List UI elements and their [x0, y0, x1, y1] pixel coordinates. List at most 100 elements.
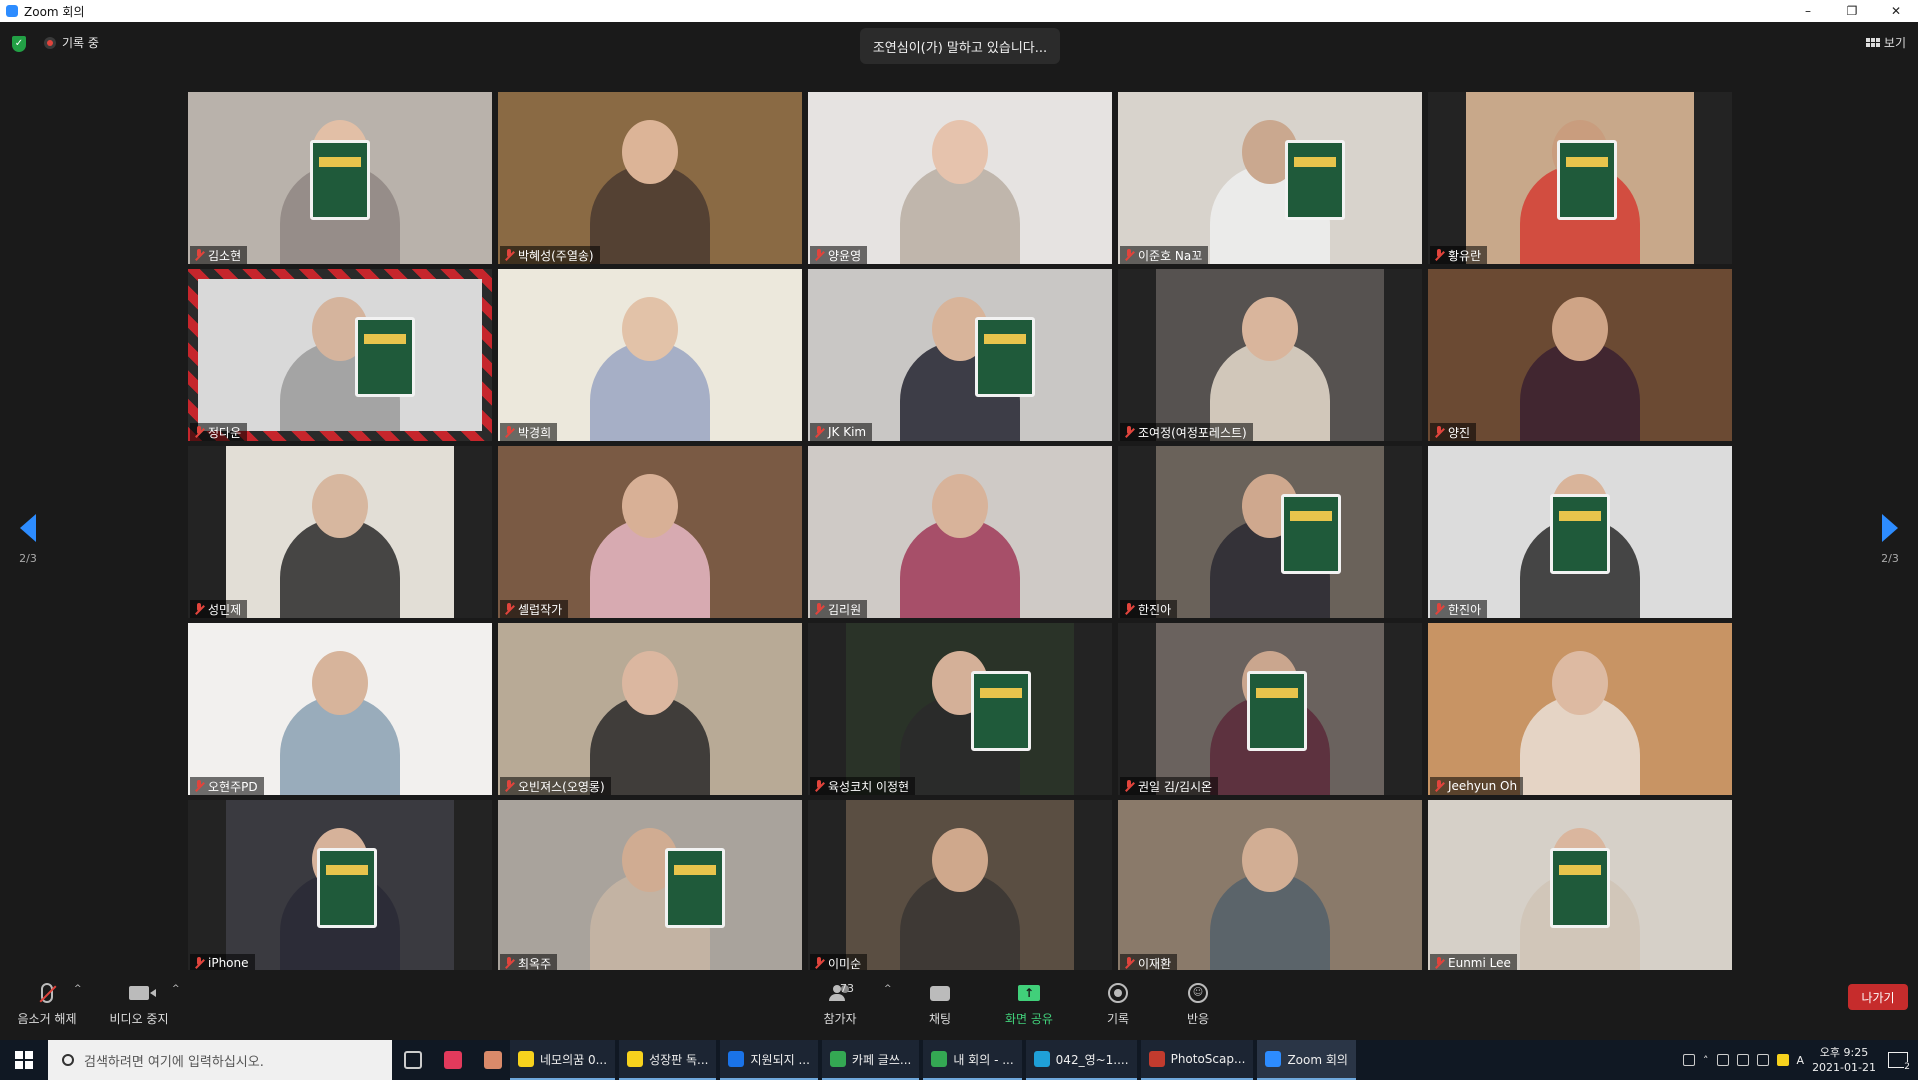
reactions-label: 반응: [1186, 1012, 1210, 1026]
participant-tile[interactable]: iPhone: [188, 800, 492, 972]
participant-tile[interactable]: 오현주PD: [188, 623, 492, 795]
participant-face: [1552, 297, 1608, 361]
participant-name: 박경희: [518, 425, 552, 440]
audio-options-caret[interactable]: ^: [74, 984, 82, 994]
chat-button[interactable]: 채팅: [910, 980, 970, 1027]
participant-tile[interactable]: 김리원: [808, 446, 1112, 618]
participant-tile[interactable]: 육성코치 이정현: [808, 623, 1112, 795]
taskbar-app-button[interactable]: 카페 글쓰...: [821, 1040, 920, 1080]
network-icon[interactable]: [1716, 1054, 1729, 1066]
taskbar-app-button[interactable]: 042_영~1....: [1025, 1040, 1137, 1080]
participant-tile[interactable]: 조여정(여정포레스트): [1118, 269, 1422, 441]
participant-tile[interactable]: 김소현: [188, 92, 492, 264]
participant-tile[interactable]: 한진아: [1428, 446, 1732, 618]
mic-muted-icon: [504, 957, 514, 969]
participant-tile[interactable]: 권일 김/김시온: [1118, 623, 1422, 795]
arrow-left-icon: [20, 514, 36, 542]
taskbar-app-button[interactable]: 네모의꿈 0...: [510, 1040, 616, 1080]
taskbar-app-button[interactable]: Zoom 회의: [1257, 1040, 1356, 1080]
chat-icon: [930, 985, 950, 1001]
participants-options-caret[interactable]: ^: [884, 984, 892, 994]
zoom-app-icon: [6, 5, 18, 17]
reactions-button[interactable]: ☺ 반응: [1168, 980, 1228, 1027]
speaking-banner: 조연심이(가) 말하고 있습니다...: [860, 28, 1060, 64]
taskbar-app-button[interactable]: 지원되지 ...: [720, 1040, 818, 1080]
recording-indicator[interactable]: 기록 중: [44, 34, 99, 51]
participant-video: [1428, 623, 1732, 795]
book-image: [309, 140, 370, 220]
participant-tile[interactable]: JK Kim: [808, 269, 1112, 441]
people-tray-icon[interactable]: [1683, 1054, 1696, 1066]
window-title: Zoom 회의: [24, 4, 85, 19]
taskbar-app-button[interactable]: PhotoScap...: [1140, 1040, 1254, 1080]
taskbar-app-button[interactable]: 성장판 독...: [619, 1040, 717, 1080]
close-button[interactable]: ✕: [1874, 0, 1918, 22]
unmute-button[interactable]: 음소거 해제: [12, 980, 82, 1027]
taskbar-search-box[interactable]: 검색하려면 여기에 입력하십시오.: [48, 1040, 392, 1080]
participant-name: 김리원: [828, 602, 862, 617]
book-image: [317, 848, 378, 928]
battery-icon[interactable]: [1736, 1054, 1749, 1066]
stop-video-button[interactable]: 비디오 중지: [104, 980, 174, 1027]
participant-tile[interactable]: 박혜성(주열송): [498, 92, 802, 264]
share-screen-button[interactable]: ↑ 화면 공유: [996, 980, 1062, 1027]
participant-name-label: 오현주PD: [190, 777, 264, 795]
participant-name-label: 황유란: [1430, 246, 1488, 264]
restore-button[interactable]: ❐: [1830, 0, 1874, 22]
clock-time: 오후 9:25: [1819, 1046, 1869, 1059]
pinned-app-photos[interactable]: [476, 1040, 510, 1080]
participant-tile[interactable]: 최옥주: [498, 800, 802, 972]
shield-icon[interactable]: ✓: [12, 36, 26, 52]
participants-button[interactable]: 73 참가자: [810, 980, 870, 1027]
notification-center-button[interactable]: 2: [1884, 1046, 1912, 1074]
mic-muted-icon: [504, 603, 514, 615]
participant-tile[interactable]: 한진아: [1118, 446, 1422, 618]
participant-tile[interactable]: 오빈져스(오영롱): [498, 623, 802, 795]
view-button[interactable]: 보기: [1865, 34, 1906, 51]
system-tray: ˄ A 오후 9:25 2021-01-21 2: [1683, 1045, 1918, 1075]
taskbar-app-button[interactable]: 내 회의 - ...: [923, 1040, 1022, 1080]
kakao-tray-icon[interactable]: [1776, 1054, 1789, 1066]
book-image: [1247, 671, 1308, 751]
taskbar-app-label: 지원되지 ...: [750, 1052, 810, 1067]
start-button[interactable]: [0, 1040, 48, 1080]
mic-muted-icon: [1434, 426, 1444, 438]
participant-video: [498, 623, 802, 795]
participant-tile[interactable]: 이준호 Na꼬: [1118, 92, 1422, 264]
task-view-button[interactable]: [396, 1040, 430, 1080]
leave-meeting-button[interactable]: 나가기: [1848, 984, 1908, 1010]
minimize-button[interactable]: –: [1786, 0, 1830, 22]
windows-logo-icon: [15, 1051, 33, 1069]
prev-page-button[interactable]: 2/3: [8, 514, 48, 565]
record-button[interactable]: 기록: [1088, 980, 1148, 1027]
next-page-button[interactable]: 2/3: [1870, 514, 1910, 565]
participant-face: [312, 651, 368, 715]
pinned-app-red[interactable]: [436, 1040, 470, 1080]
participant-tile[interactable]: 박경희: [498, 269, 802, 441]
taskbar-app-label: 카페 글쓰...: [851, 1052, 912, 1067]
mic-muted-icon: [1434, 957, 1444, 969]
tray-overflow-icon[interactable]: ˄: [1703, 1054, 1709, 1067]
ime-indicator[interactable]: A: [1797, 1054, 1805, 1067]
participant-name: 육성코치 이정현: [828, 779, 910, 794]
video-options-caret[interactable]: ^: [172, 984, 180, 994]
participant-tile[interactable]: Jeehyun Oh: [1428, 623, 1732, 795]
search-placeholder: 검색하려면 여기에 입력하십시오.: [84, 1054, 264, 1070]
participant-tile[interactable]: 이재환: [1118, 800, 1422, 972]
participant-tile[interactable]: 이미순: [808, 800, 1112, 972]
participant-tile[interactable]: 셀럽작가: [498, 446, 802, 618]
volume-muted-icon[interactable]: [1756, 1054, 1769, 1066]
taskbar-clock[interactable]: 오후 9:25 2021-01-21: [1812, 1045, 1876, 1075]
participant-tile[interactable]: 양윤영: [808, 92, 1112, 264]
participant-name: 오빈져스(오영롱): [518, 779, 605, 794]
reaction-smile-icon: ☺: [1188, 983, 1208, 1003]
participant-video: [846, 800, 1074, 972]
participant-tile[interactable]: 황유란: [1428, 92, 1732, 264]
view-label: 보기: [1883, 36, 1906, 50]
participant-tile[interactable]: 양진: [1428, 269, 1732, 441]
video-filter-frame: [188, 269, 492, 441]
participant-tile[interactable]: 성민제: [188, 446, 492, 618]
participant-tile[interactable]: 정다운: [188, 269, 492, 441]
participant-tile[interactable]: Eunmi Lee: [1428, 800, 1732, 972]
participant-video: [1466, 92, 1694, 264]
